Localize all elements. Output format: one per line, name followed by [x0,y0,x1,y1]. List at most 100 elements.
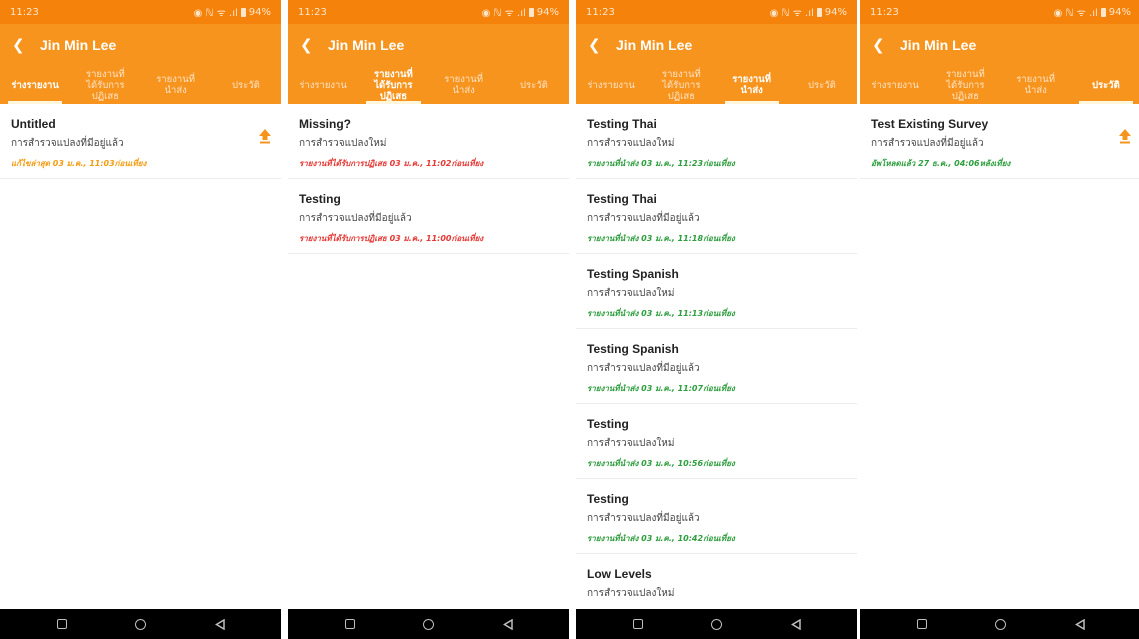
recents-button[interactable] [338,613,362,635]
tab-drafts[interactable]: ร่างรายงาน [576,66,646,104]
tab-rejected[interactable]: รายงานที่ ได้รับการ ปฏิเสธ [358,66,428,104]
report-list-item[interactable]: Testing การสำรวจแปลงที่มีอยู่แล้ว รายงานที… [288,179,569,254]
tab-history[interactable]: ประวัติ [211,66,281,104]
back-triangle-icon [214,618,225,630]
tab-label-line: นำส่ง [740,85,763,96]
tab-bar: ร่างรายงาน รายงานที่ ได้รับการ ปฏิเสธ รายงาน… [860,66,1139,104]
tab-label-line: รายงานที่ [662,68,701,80]
tab-label-line: ปฏิเสธ [91,90,119,102]
screens-container: 11:23 ◉ ℕ ᯤ .ıl 94% ❮ Jin Min Lee ร่างรายงานร… [0,0,1139,639]
report-title: Testing [587,417,629,431]
battery-level: 94% [536,6,559,18]
phone-screen: 11:23 ◉ ℕ ᯤ .ıl 94% ❮ Jin Min Lee ร่างรายงานร… [288,0,569,639]
back-icon[interactable]: ❮ [588,36,606,54]
tab-label-line: นำส่ง [164,85,187,96]
tab-label-group: รายงานที่ ได้รับการ ปฏิเสธ [374,69,413,102]
app-bar: ❮ Jin Min Lee [860,24,1139,66]
home-button[interactable] [417,613,441,635]
app-bar-title: Jin Min Lee [328,37,405,53]
tab-rejected[interactable]: รายงานที่ ได้รับการ ปฏิเสธ [70,66,140,104]
battery-level: 94% [824,6,847,18]
status-time: 11:23 [586,6,615,18]
tab-label-group: รายงานที่ นำส่ง [156,74,195,96]
report-list-item[interactable]: Testing Spanish การสำรวจแปลงใหม่ รายงานที่… [576,254,857,329]
survey-type: การสำรวจแปลงใหม่ [587,138,675,149]
tab-bar: ร่างรายงาน รายงานที่ ได้รับการ ปฏิเสธ รายงาน… [288,66,569,104]
report-title: Missing? [299,117,352,131]
tab-label-group: ประวัติ [808,80,836,91]
upload-icon[interactable] [1118,128,1132,144]
home-button[interactable] [989,613,1013,635]
app-bar: ❮ Jin Min Lee [288,24,569,66]
tab-history[interactable]: ประวัติ [1071,66,1139,104]
tab-label-line: ร่างรายงาน [871,79,919,91]
report-status: รายงานที่นำส่ง 03 ม.ค., 11:13ก่อนเที่ยง [587,309,735,318]
tab-label-line: ประวัติ [232,79,260,91]
home-button[interactable] [129,613,153,635]
back-button[interactable] [208,613,232,635]
report-list-item[interactable]: Untitled การสำรวจแปลงที่มีอยู่แล้ว แก้ไขล่… [0,104,281,179]
app-bar-title: Jin Min Lee [900,37,977,53]
back-button[interactable] [784,613,808,635]
survey-type: การสำรวจแปลงใหม่ [299,138,387,149]
tab-drafts[interactable]: ร่างรายงาน [0,66,70,104]
tab-history[interactable]: ประวัติ [787,66,857,104]
survey-type: การสำรวจแปลงที่มีอยู่แล้ว [871,138,984,149]
report-list-item[interactable]: Low Levels การสำรวจแปลงใหม่ [576,554,857,609]
upload-icon[interactable] [258,128,272,144]
status-icons: ◉ ℕ ᯤ .ıl 94% [1054,5,1131,20]
report-list-item[interactable]: Testing Thai การสำรวจแปลงใหม่ รายงานที่นำส… [576,104,857,179]
back-button[interactable] [1068,613,1092,635]
status-bar: 11:23 ◉ ℕ ᯤ .ıl 94% [860,0,1139,24]
tab-submitted[interactable]: รายงานที่ นำส่ง [717,66,787,104]
recents-square-icon [56,619,67,629]
status-bar: 11:23 ◉ ℕ ᯤ .ıl 94% [0,0,281,24]
survey-type: การสำรวจแปลงที่มีอยู่แล้ว [587,513,700,524]
recents-button[interactable] [50,613,74,635]
report-list-item[interactable]: Testing Thai การสำรวจแปลงที่มีอยู่แล้ว ราย… [576,179,857,254]
recents-button[interactable] [910,613,934,635]
report-status: รายงานที่นำส่ง 03 ม.ค., 11:07ก่อนเที่ยง [587,384,735,393]
report-status: แก้ไขล่าสุด 03 ม.ค., 11:03ก่อนเที่ยง [11,159,147,168]
back-triangle-icon [1074,618,1085,630]
home-button[interactable] [705,613,729,635]
report-list-item[interactable]: Test Existing Survey การสำรวจแปลงที่มีอยู… [860,104,1139,179]
tab-label-line: ประวัติ [520,79,548,91]
tab-label-line: ประวัติ [1092,79,1120,91]
status-bar: 11:23 ◉ ℕ ᯤ .ıl 94% [576,0,857,24]
tab-submitted[interactable]: รายงานที่ นำส่ง [429,66,499,104]
survey-type: การสำรวจแปลงที่มีอยู่แล้ว [299,213,412,224]
back-icon[interactable]: ❮ [872,36,890,54]
survey-type: การสำรวจแปลงใหม่ [587,438,675,449]
tab-label-line: ได้รับการ [946,79,985,91]
app-bar-title: Jin Min Lee [616,37,693,53]
survey-type: การสำรวจแปลงใหม่ [587,588,675,599]
home-circle-icon [135,618,146,630]
report-list-item[interactable]: Testing Spanish การสำรวจแปลงที่มีอยู่แล้ว… [576,329,857,404]
report-list-item[interactable]: Testing การสำรวจแปลงใหม่ รายงานที่นำส่ง 03… [576,404,857,479]
tab-history[interactable]: ประวัติ [499,66,569,104]
back-icon[interactable]: ❮ [300,36,318,54]
tab-label-line: รายงานที่ [1016,74,1055,85]
tab-drafts[interactable]: ร่างรายงาน [288,66,358,104]
tab-label-group: รายงานที่ นำส่ง [1016,74,1055,96]
report-list-item[interactable]: Testing การสำรวจแปลงที่มีอยู่แล้ว รายงานที… [576,479,857,554]
tab-rejected[interactable]: รายงานที่ ได้รับการ ปฏิเสธ [646,66,716,104]
report-status: รายงานที่ได้รับการปฏิเสธ 03 ม.ค., 11:02ก… [299,159,484,168]
tab-label-group: ร่างรายงาน [587,80,635,91]
tab-submitted[interactable]: รายงานที่ นำส่ง [141,66,211,104]
tab-label-line: รายงานที่ [946,68,985,80]
report-list: Test Existing Survey การสำรวจแปลงที่มีอยู… [860,104,1139,609]
tab-rejected[interactable]: รายงานที่ ได้รับการ ปฏิเสธ [930,66,1000,104]
tab-label-line: ปฏิเสธ [379,90,407,102]
report-list-item[interactable]: Missing? การสำรวจแปลงใหม่รายงานที่ได้รับก… [288,104,569,179]
recents-button[interactable] [626,613,650,635]
back-button[interactable] [496,613,520,635]
tab-drafts[interactable]: ร่างรายงาน [860,66,930,104]
status-time: 11:23 [10,6,39,18]
tab-label-group: ประวัติ [1092,80,1120,91]
app-bar: ❮ Jin Min Lee [576,24,857,66]
tab-submitted[interactable]: รายงานที่ นำส่ง [1001,66,1071,104]
back-icon[interactable]: ❮ [12,36,30,54]
signal-icons: ◉ ℕ ᯤ .ıl [769,8,814,19]
